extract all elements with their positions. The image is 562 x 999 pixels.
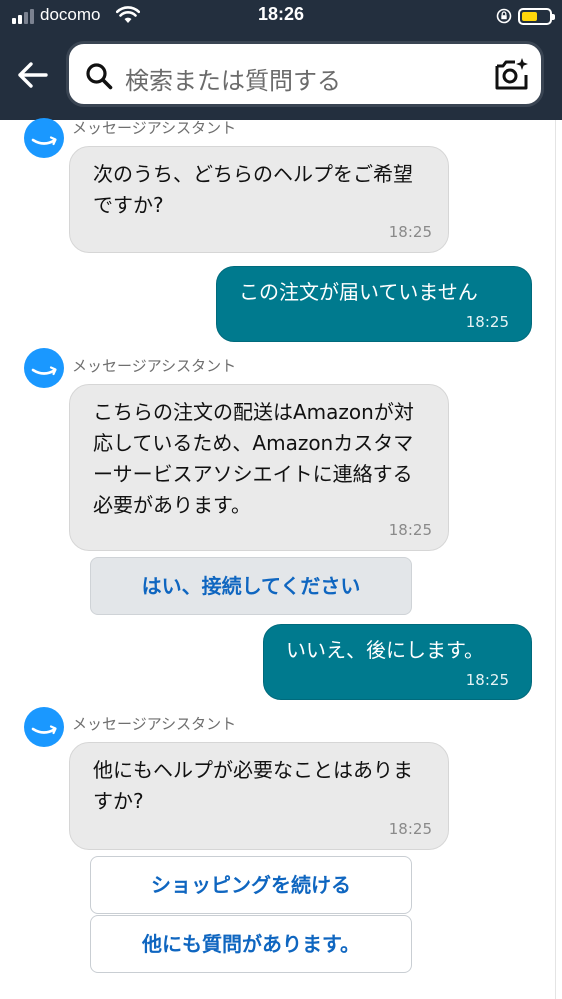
status-time: 18:26 xyxy=(257,4,305,24)
chat-thread[interactable]: メッセージアシスタント 次のうち、どちらのヘルプをご希望ですか? 18:25 こ… xyxy=(0,118,562,999)
message-time: 18:25 xyxy=(465,313,509,331)
assistant-avatar xyxy=(24,348,64,388)
message-text: こちらの注文の配送はAmazonが対応しているため、Amazonカスタマーサービ… xyxy=(93,400,414,517)
amazon-smile-icon xyxy=(31,136,57,146)
message-time: 18:25 xyxy=(388,820,432,838)
search-bar[interactable]: 検索または質問する xyxy=(66,41,544,107)
divider xyxy=(555,120,556,999)
message-time: 18:25 xyxy=(388,223,432,241)
arrow-left-icon xyxy=(18,62,48,88)
message-text: 他にもヘルプが必要なことはありますか? xyxy=(93,758,413,813)
connect-button[interactable]: はい、接続してください xyxy=(90,557,412,615)
back-button[interactable] xyxy=(14,58,52,92)
status-bar: docomo 18:26 xyxy=(0,0,562,34)
assistant-message: こちらの注文の配送はAmazonが対応しているため、Amazonカスタマーサービ… xyxy=(69,384,449,551)
user-message: この注文が届いていません 18:25 xyxy=(216,266,532,342)
camera-search-button[interactable] xyxy=(493,56,531,94)
message-time: 18:25 xyxy=(465,671,509,689)
assistant-avatar xyxy=(24,707,64,747)
amazon-smile-icon xyxy=(31,725,57,735)
battery-icon xyxy=(518,8,555,25)
continue-shopping-button[interactable]: ショッピングを続ける xyxy=(90,856,412,914)
app-header: docomo 18:26 検索または質問する xyxy=(0,0,562,120)
user-message: いいえ、後にします。 18:25 xyxy=(263,624,532,700)
more-questions-button[interactable]: 他にも質問があります。 xyxy=(90,915,412,973)
message-text: この注文が届いていません xyxy=(239,280,478,304)
orientation-lock-icon xyxy=(496,8,512,24)
assistant-avatar xyxy=(24,118,64,158)
sender-name: メッセージアシスタント xyxy=(72,119,237,137)
camera-sparkle-icon xyxy=(495,58,528,90)
sender-name: メッセージアシスタント xyxy=(72,357,237,375)
assistant-message: 他にもヘルプが必要なことはありますか? 18:25 xyxy=(69,742,449,850)
search-input[interactable]: 検索または質問する xyxy=(125,61,341,96)
search-icon xyxy=(86,63,113,90)
message-text: 次のうち、どちらのヘルプをご希望ですか? xyxy=(93,162,413,217)
assistant-message: 次のうち、どちらのヘルプをご希望ですか? 18:25 xyxy=(69,146,449,253)
message-time: 18:25 xyxy=(388,521,432,539)
amazon-smile-icon xyxy=(31,366,57,376)
message-text: いいえ、後にします。 xyxy=(286,638,484,662)
sender-name: メッセージアシスタント xyxy=(72,715,237,733)
